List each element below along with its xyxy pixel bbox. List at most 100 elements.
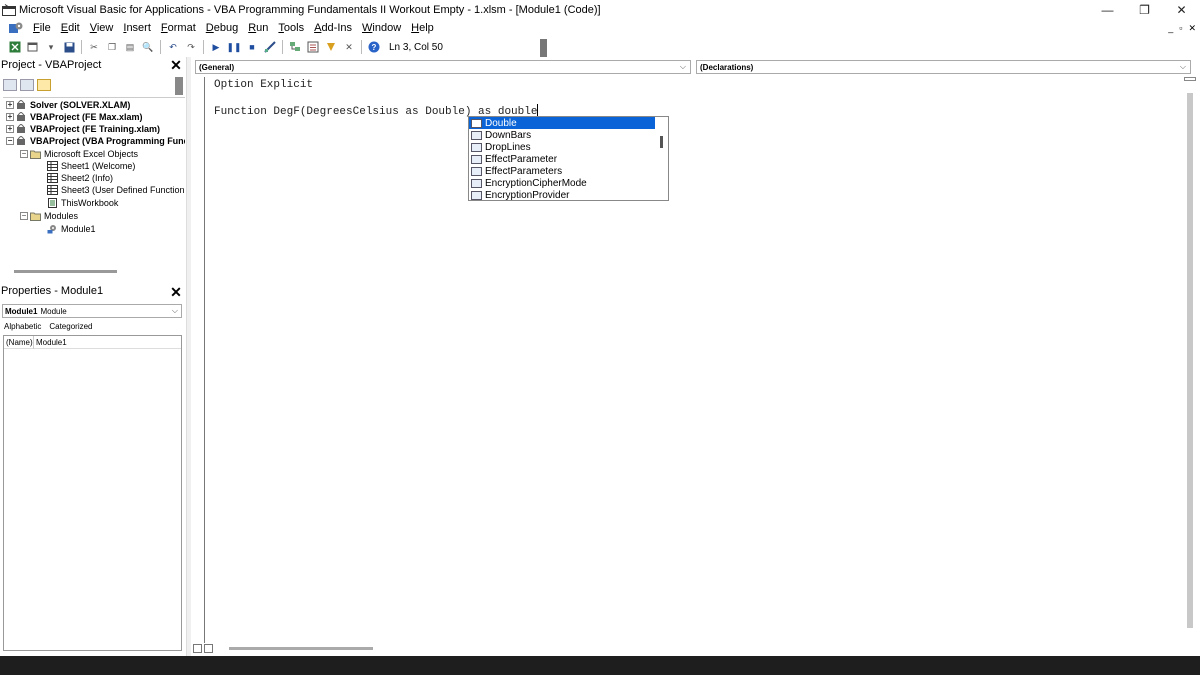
menu-format[interactable]: Format — [156, 22, 201, 34]
class-icon — [471, 154, 482, 164]
redo-icon[interactable]: ↷ — [184, 40, 198, 54]
reset-icon[interactable]: ■ — [245, 40, 259, 54]
mdi-restore-button[interactable]: ▫ — [1179, 23, 1182, 33]
object-browser-icon[interactable] — [324, 40, 338, 54]
procedure-dropdown[interactable]: (Declarations) ⌵ — [696, 60, 1191, 74]
code-horizontal-bar — [191, 643, 1200, 656]
tree-node-modules[interactable]: − Modules — [20, 210, 78, 222]
intellisense-item[interactable]: EffectParameters — [469, 165, 655, 177]
object-dropdown[interactable]: (General) ⌵ — [195, 60, 691, 74]
svg-text:?: ? — [372, 43, 377, 52]
intellisense-item[interactable]: DropLines — [469, 141, 655, 153]
dropdown-arrow-icon[interactable]: ▾ — [44, 40, 58, 54]
properties-pane-close-button[interactable]: ✕ — [169, 284, 183, 300]
code-line[interactable]: Option Explicit — [214, 79, 313, 91]
tree-node-sheet2[interactable]: Sheet2 (Info) — [47, 172, 113, 184]
collapse-icon[interactable]: − — [20, 212, 28, 220]
properties-object-name: Module1 — [5, 306, 38, 316]
intellisense-item[interactable]: Double — [469, 117, 655, 129]
menu-file[interactable]: File — [28, 22, 56, 34]
help-icon[interactable]: ? — [367, 40, 381, 54]
cut-icon[interactable]: ✂ — [87, 40, 101, 54]
view-excel-icon[interactable] — [8, 40, 22, 54]
class-icon — [471, 190, 482, 200]
project-explorer-icon[interactable] — [288, 40, 302, 54]
tree-node-solver[interactable]: + Solver (SOLVER.XLAM) — [6, 99, 130, 111]
insert-module-icon[interactable] — [26, 40, 40, 54]
horizontal-scrollbar-thumb[interactable] — [229, 647, 373, 650]
view-code-button[interactable] — [3, 79, 17, 91]
properties-window-icon[interactable] — [306, 40, 320, 54]
tree-node-fe-training[interactable]: + VBAProject (FE Training.xlam) — [6, 123, 160, 135]
menu-window[interactable]: Window — [357, 22, 406, 34]
menu-run[interactable]: Run — [243, 22, 273, 34]
menu-view[interactable]: View — [85, 22, 119, 34]
expand-icon[interactable]: + — [6, 113, 14, 121]
property-value[interactable]: Module1 — [34, 338, 67, 347]
tree-node-label: Sheet1 (Welcome) — [61, 161, 136, 171]
tab-alphabetic[interactable]: Alphabetic — [4, 322, 41, 331]
collapse-icon[interactable]: − — [6, 137, 14, 145]
intellisense-item-label: EncryptionProvider — [485, 189, 570, 201]
tree-node-excel-objects[interactable]: − Microsoft Excel Objects — [20, 148, 138, 160]
menu-debug[interactable]: Debug — [201, 22, 243, 34]
minimize-button[interactable]: — — [1089, 0, 1126, 19]
property-row[interactable]: (Name) Module1 — [4, 335, 181, 349]
menu-insert[interactable]: Insert — [118, 22, 156, 34]
menu-add-ins[interactable]: Add-Ins — [309, 22, 357, 34]
code-vertical-scrollbar[interactable] — [1184, 77, 1196, 643]
undo-icon[interactable]: ↶ — [166, 40, 180, 54]
toolbar-separator — [160, 40, 161, 54]
text-caret — [537, 104, 539, 116]
intellisense-item[interactable]: DownBars — [469, 129, 655, 141]
intellisense-scrollbar-thumb[interactable] — [660, 136, 663, 148]
intellisense-item[interactable]: EncryptionCipherMode — [469, 177, 655, 189]
expand-icon[interactable]: + — [6, 125, 14, 133]
menu-tools[interactable]: Tools — [273, 22, 309, 34]
margin-indicator-bar[interactable] — [191, 77, 205, 643]
worksheet-icon — [47, 185, 58, 195]
expand-icon[interactable]: + — [6, 101, 14, 109]
tree-node-vba-programming[interactable]: − VBAProject (VBA Programming Funda — [6, 135, 185, 147]
full-module-view-button[interactable] — [204, 644, 213, 653]
tree-node-sheet1[interactable]: Sheet1 (Welcome) — [47, 160, 135, 172]
tree-node-fe-max[interactable]: + VBAProject (FE Max.xlam) — [6, 111, 143, 123]
paste-icon[interactable]: ▤ — [123, 40, 137, 54]
intellisense-item[interactable]: EncryptionProvider — [469, 189, 655, 201]
tree-node-thisworkbook[interactable]: ThisWorkbook — [47, 197, 118, 209]
toggle-folders-button[interactable] — [37, 79, 51, 91]
tree-node-module1[interactable]: Module1 — [47, 223, 96, 235]
excel-vba-menu-icon[interactable] — [8, 21, 24, 35]
project-toolbar-scrollbar[interactable] — [175, 77, 183, 95]
vba-project-icon — [16, 111, 27, 122]
design-mode-icon[interactable] — [263, 40, 277, 54]
tree-node-sheet3[interactable]: Sheet3 (User Defined Function Wo — [47, 184, 185, 196]
run-icon[interactable]: ▶ — [209, 40, 223, 54]
collapse-icon[interactable]: − — [20, 150, 28, 158]
mdi-close-button[interactable]: ✕ — [1188, 23, 1196, 34]
close-button[interactable]: ✕ — [1163, 0, 1200, 19]
mdi-minimize-button[interactable]: _ — [1168, 23, 1173, 33]
intellisense-item[interactable]: EffectParameter — [469, 153, 655, 165]
tab-categorized[interactable]: Categorized — [49, 322, 92, 331]
code-editor[interactable]: Option Explicit Function DegF(DegreesCel… — [206, 77, 1186, 643]
menu-help[interactable]: Help — [406, 22, 439, 34]
vba-project-icon — [16, 135, 27, 146]
save-icon[interactable] — [62, 40, 76, 54]
intellisense-item-label: DownBars — [485, 129, 532, 141]
project-pane-close-button[interactable]: ✕ — [169, 57, 183, 73]
split-bar[interactable] — [1184, 77, 1196, 81]
menu-edit[interactable]: Edit — [56, 22, 85, 34]
restore-button[interactable]: ❐ — [1126, 0, 1163, 19]
toolbox-icon[interactable]: ✕ — [342, 40, 356, 54]
vba-project-icon — [16, 99, 27, 110]
view-object-button[interactable] — [20, 79, 34, 91]
toolbar-grip[interactable] — [540, 39, 547, 57]
find-icon[interactable]: 🔍 — [141, 40, 155, 54]
copy-icon[interactable]: ❐ — [105, 40, 119, 54]
scrollbar-thumb[interactable] — [1187, 93, 1193, 628]
break-icon[interactable]: ❚❚ — [226, 40, 241, 54]
tree-horizontal-scrollbar[interactable] — [14, 270, 117, 273]
properties-object-dropdown[interactable]: Module1 Module ⌵ — [2, 304, 182, 318]
procedure-view-button[interactable] — [193, 644, 202, 653]
